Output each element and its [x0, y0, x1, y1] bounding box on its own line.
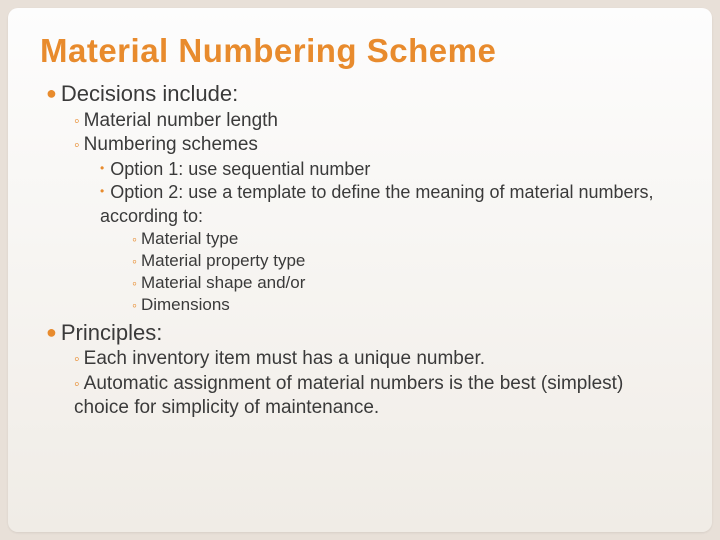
item-dimensions: ◦Dimensions	[132, 294, 680, 316]
ring-icon: ◦	[132, 253, 137, 269]
item-label: Numbering schemes	[84, 134, 258, 155]
item-material-property-type: ◦Material property type	[132, 250, 680, 272]
slide: Material Numbering Scheme ●Decisions inc…	[8, 8, 712, 532]
item-automatic-assignment: ◦Automatic assignment of material number…	[74, 372, 680, 421]
ring-icon: ◦	[132, 275, 137, 291]
item-unique-number: ◦Each inventory item must has a unique n…	[74, 347, 680, 372]
item-material-shape: ◦Material shape and/or	[132, 272, 680, 294]
item-label: Material type	[141, 229, 238, 248]
item-option-1: • Option 1: use sequential number	[100, 158, 680, 181]
item-label: Material number length	[84, 110, 278, 131]
item-label: Option 2: use a template to define the m…	[100, 182, 654, 225]
bullet-icon: ●	[46, 83, 57, 103]
ring-icon: ◦	[132, 231, 137, 247]
item-label: Dimensions	[141, 295, 230, 314]
item-label: Material shape and/or	[141, 273, 305, 292]
item-label: Automatic assignment of material numbers…	[74, 373, 623, 419]
item-label: Each inventory item must has a unique nu…	[84, 348, 485, 369]
ring-icon: ◦	[132, 297, 137, 313]
item-material-type: ◦Material type	[132, 228, 680, 250]
section-decisions: ●Decisions include:	[46, 80, 680, 109]
section-label: Principles:	[61, 320, 162, 345]
item-option-2: •Option 2: use a template to define the …	[100, 181, 680, 228]
slide-title: Material Numbering Scheme	[40, 32, 680, 70]
ring-icon: ◦	[74, 113, 80, 130]
item-numbering-schemes: ◦Numbering schemes	[74, 133, 680, 158]
item-label: Option 1: use sequential number	[110, 159, 370, 179]
section-principles: ●Principles:	[46, 319, 680, 348]
item-label: Material property type	[141, 251, 305, 270]
section-label: Decisions include:	[61, 81, 238, 106]
ring-icon: ◦	[74, 137, 80, 154]
dot-icon: •	[100, 161, 104, 175]
item-material-number-length: ◦Material number length	[74, 109, 680, 134]
ring-icon: ◦	[74, 376, 80, 393]
bullet-icon: ●	[46, 322, 57, 342]
ring-icon: ◦	[74, 351, 80, 368]
dot-icon: •	[100, 184, 104, 198]
